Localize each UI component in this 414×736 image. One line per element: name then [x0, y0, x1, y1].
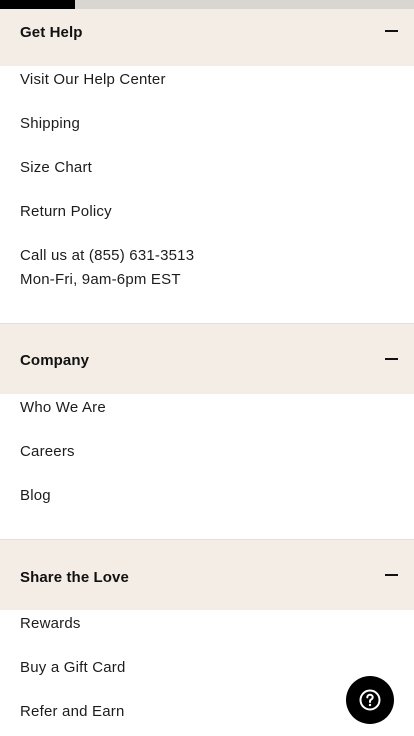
question-mark-icon [359, 689, 381, 711]
contact-phone-link[interactable]: Call us at (855) 631-3513 [20, 247, 194, 264]
accordion-header-get-help[interactable]: Get Help [0, 9, 414, 66]
link-who-we-are[interactable]: Who We Are [20, 399, 106, 416]
link-refer-and-earn[interactable]: Refer and Earn [20, 703, 125, 720]
link-shipping[interactable]: Shipping [20, 115, 80, 132]
minus-icon[interactable] [385, 30, 398, 32]
minus-icon[interactable] [385, 574, 398, 576]
contact-hours-text: Mon-Fri, 9am-6pm EST [20, 271, 181, 288]
link-rewards[interactable]: Rewards [20, 615, 81, 632]
progress-bar [0, 0, 414, 9]
link-careers[interactable]: Careers [20, 443, 75, 460]
section-title-company: Company [20, 352, 90, 369]
link-blog[interactable]: Blog [20, 487, 51, 504]
footer-accordion-page: Get Help Visit Our Help Center Shipping … [0, 0, 414, 736]
progress-fill [0, 0, 75, 9]
minus-icon[interactable] [385, 358, 398, 360]
link-size-chart[interactable]: Size Chart [20, 159, 92, 176]
link-help-center[interactable]: Visit Our Help Center [20, 71, 166, 88]
section-title-share-the-love: Share the Love [20, 569, 129, 586]
link-buy-gift-card[interactable]: Buy a Gift Card [20, 659, 126, 676]
link-return-policy[interactable]: Return Policy [20, 203, 112, 220]
accordion-header-company[interactable]: Company [0, 323, 414, 394]
section-title-get-help: Get Help [20, 24, 83, 41]
accordion-header-share-the-love[interactable]: Share the Love [0, 539, 414, 610]
help-chat-button[interactable] [346, 676, 394, 724]
